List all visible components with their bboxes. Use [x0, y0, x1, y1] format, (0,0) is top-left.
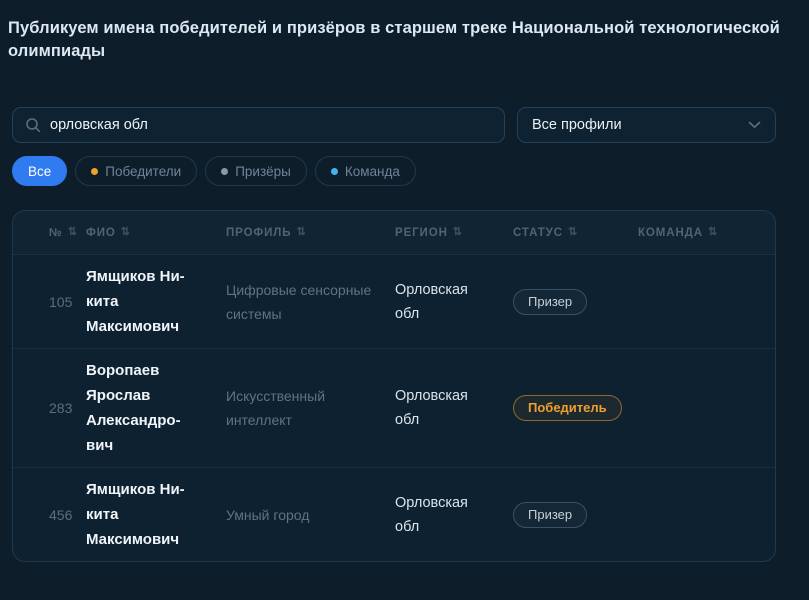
cell-status: Призер [513, 289, 638, 315]
column-label: ПРОФИЛЬ [226, 227, 291, 239]
filter-chip-label: Все [28, 164, 51, 179]
filter-controls: Все профили [12, 107, 776, 143]
status-filter-chips: Все Победители Призёры Команда [12, 156, 416, 186]
cell-status: Победитель [513, 395, 638, 421]
results-page: Публикуем имена победителей и призёров в… [0, 17, 809, 600]
sort-icon[interactable]: ⇅ [568, 227, 578, 238]
filter-chip-label: Призёры [235, 164, 291, 179]
filter-chip-winners[interactable]: Победители [75, 156, 197, 186]
winners-dot-icon [91, 168, 98, 175]
filter-chip-label: Победители [105, 164, 181, 179]
status-badge: Призер [513, 502, 587, 528]
sort-icon[interactable]: ⇅ [68, 227, 78, 238]
team-dot-icon [331, 168, 338, 175]
filter-chip-label: Команда [345, 164, 400, 179]
profile-filter-dropdown[interactable]: Все профили [517, 107, 776, 143]
sort-icon[interactable]: ⇅ [453, 227, 463, 238]
page-title: Публикуем имена победителей и призёров в… [8, 17, 780, 63]
profile-filter-value: Все профили [532, 117, 622, 133]
column-header-team[interactable]: КОМАНДА ⇅ [638, 227, 775, 239]
column-label: СТАТУС [513, 227, 563, 239]
column-label: КОМАНДА [638, 227, 703, 239]
cell-name: Ямщиков Ни­кита Максимович [86, 264, 226, 339]
cell-number: 105 [13, 294, 86, 310]
cell-status: Призер [513, 502, 638, 528]
cell-profile: Цифровые сенсорные системы [226, 278, 395, 326]
column-header-profile[interactable]: ПРОФИЛЬ ⇅ [226, 227, 395, 239]
chevron-down-icon [748, 121, 761, 129]
table-header-row: № ⇅ ФИО ⇅ ПРОФИЛЬ ⇅ РЕГИОН ⇅ СТАТУС ⇅ КО… [13, 211, 775, 254]
search-icon [25, 117, 41, 133]
column-label: № [49, 227, 63, 239]
status-badge: Победитель [513, 395, 622, 421]
column-header-region[interactable]: РЕГИОН ⇅ [395, 227, 513, 239]
filter-chip-all[interactable]: Все [12, 156, 67, 186]
sort-icon[interactable]: ⇅ [296, 227, 306, 238]
cell-region: Орловская обл [395, 491, 513, 539]
cell-number: 456 [13, 507, 86, 523]
cell-region: Орловская обл [395, 384, 513, 432]
search-input[interactable] [50, 117, 492, 133]
results-table: № ⇅ ФИО ⇅ ПРОФИЛЬ ⇅ РЕГИОН ⇅ СТАТУС ⇅ КО… [12, 210, 776, 562]
filter-chip-prize[interactable]: Призёры [205, 156, 307, 186]
cell-profile: Искусственный интеллект [226, 384, 395, 432]
column-header-status[interactable]: СТАТУС ⇅ [513, 227, 638, 239]
filter-chip-team[interactable]: Команда [315, 156, 416, 186]
column-header-name[interactable]: ФИО ⇅ [86, 227, 226, 239]
column-label: ФИО [86, 227, 116, 239]
cell-name: Воропаев Яро­слав Александро­вич [86, 358, 226, 458]
cell-number: 283 [13, 400, 86, 416]
table-row: 105 Ямщиков Ни­кита Максимович Цифровые … [13, 254, 775, 348]
cell-region: Орловская обл [395, 278, 513, 326]
cell-profile: Умный город [226, 503, 395, 527]
sort-icon[interactable]: ⇅ [121, 227, 131, 238]
search-box[interactable] [12, 107, 505, 143]
prize-dot-icon [221, 168, 228, 175]
sort-icon[interactable]: ⇅ [708, 227, 718, 238]
table-row: 456 Ямщиков Ни­кита Максимович Умный гор… [13, 467, 775, 561]
cell-name: Ямщиков Ни­кита Максимович [86, 477, 226, 552]
column-header-number[interactable]: № ⇅ [13, 227, 86, 239]
table-row: 283 Воропаев Яро­слав Александро­вич Иск… [13, 348, 775, 467]
status-badge: Призер [513, 289, 587, 315]
column-label: РЕГИОН [395, 227, 448, 239]
